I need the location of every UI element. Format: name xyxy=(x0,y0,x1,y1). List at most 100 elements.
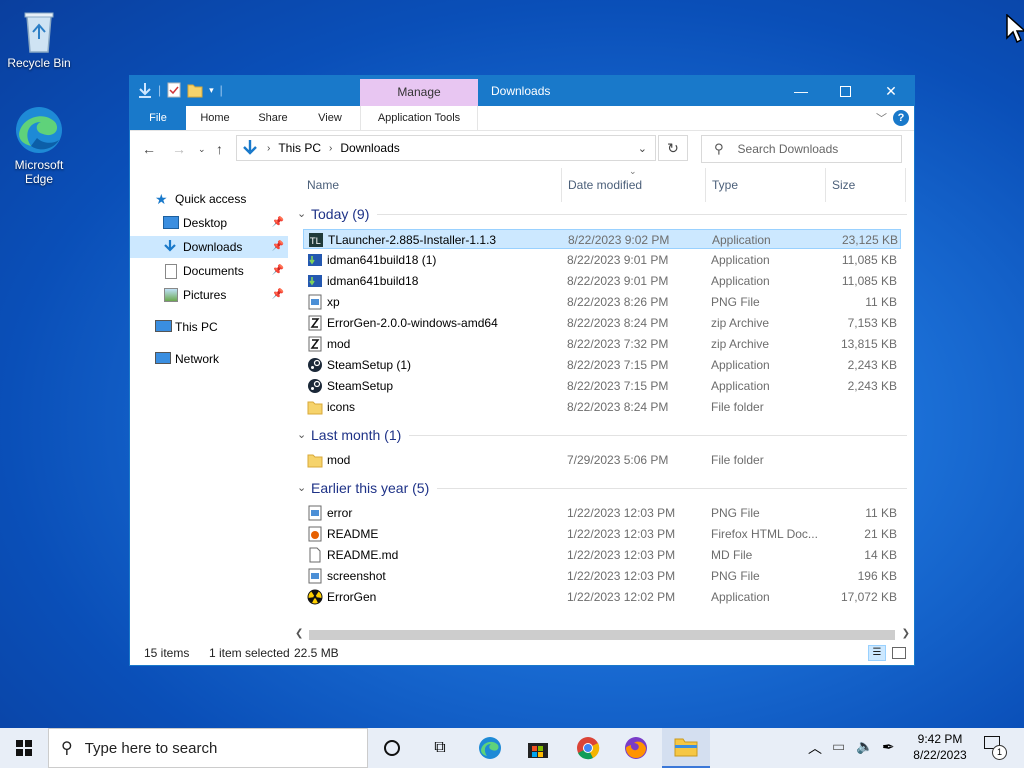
breadcrumb-this-pc[interactable]: This PC xyxy=(278,141,321,155)
file-type: Application xyxy=(711,590,770,604)
system-clock[interactable]: 9:42 PM 8/22/2023 xyxy=(900,731,980,763)
sidebar-item-pictures[interactable]: Pictures 📌 xyxy=(130,284,288,306)
file-type: PNG File xyxy=(711,295,760,309)
file-row[interactable]: idman641build18 (1) 8/22/2023 9:01 PM Appl… xyxy=(303,250,901,270)
tab-view[interactable]: View xyxy=(306,106,354,130)
mouse-cursor-icon xyxy=(1006,14,1024,44)
tab-home[interactable]: Home xyxy=(190,106,240,130)
taskbar-chrome[interactable] xyxy=(564,728,612,768)
file-row[interactable]: screenshot 1/22/2023 12:03 PM PNG File 196 … xyxy=(303,566,901,586)
search-input[interactable]: ⚲ Search Downloads xyxy=(701,135,902,163)
large-icons-view-icon[interactable] xyxy=(892,647,906,659)
file-row[interactable]: ErrorGen 1/22/2023 12:02 PM Application 17,… xyxy=(303,587,901,607)
file-row[interactable]: mod 8/22/2023 7:32 PM zip Archive 13,815 KB xyxy=(303,334,901,354)
download-arrow-icon[interactable] xyxy=(138,82,152,98)
sidebar-item-quick-access[interactable]: ★ Quick access xyxy=(130,188,288,210)
sidebar-item-desktop[interactable]: Desktop 📌 xyxy=(130,212,288,234)
sidebar-item-downloads[interactable]: Downloads 📌 xyxy=(130,236,288,258)
tlauncher-icon: TL xyxy=(309,233,323,247)
file-date-modified: 1/22/2023 12:02 PM xyxy=(567,590,676,604)
file-row[interactable]: xp 8/22/2023 8:26 PM PNG File 11 KB xyxy=(303,292,901,312)
sidebar-item-network[interactable]: Network xyxy=(130,348,288,370)
manage-contextual-tab[interactable]: Manage xyxy=(360,79,478,106)
recent-locations-chevron-icon[interactable]: ⌄ xyxy=(198,144,206,155)
properties-icon[interactable] xyxy=(167,82,181,98)
file-row[interactable]: TL TLauncher-2.885-Installer-1.1.3 8/22/20… xyxy=(303,229,901,249)
tab-application-tools[interactable]: Application Tools xyxy=(360,106,478,130)
group-collapse-chevron-icon[interactable]: ⌄ xyxy=(297,424,306,446)
steam-icon xyxy=(308,358,322,372)
taskbar-store[interactable] xyxy=(514,728,562,768)
file-type: Application xyxy=(711,274,770,288)
show-hidden-icons-chevron-icon[interactable]: ︿ xyxy=(808,738,822,758)
file-size: 11,085 KB xyxy=(841,274,897,288)
minimize-button[interactable]: — xyxy=(778,76,824,106)
pin-icon[interactable]: 📌 xyxy=(272,236,284,258)
file-row[interactable]: error 1/22/2023 12:03 PM PNG File 11 KB xyxy=(303,503,901,523)
taskbar-edge[interactable] xyxy=(466,728,514,768)
file-row[interactable]: SteamSetup (1) 8/22/2023 7:15 PM Applicati… xyxy=(303,355,901,375)
column-header-size[interactable]: Size xyxy=(832,168,855,202)
file-row[interactable]: README 1/22/2023 12:03 PM Firefox HTML Doc… xyxy=(303,524,901,544)
refresh-button[interactable]: ↻ xyxy=(658,135,688,161)
search-icon: ⚲ xyxy=(61,740,73,757)
up-arrow-icon[interactable]: ↑ xyxy=(216,141,223,157)
file-name: mod xyxy=(327,337,351,351)
column-header-name[interactable]: Name xyxy=(307,168,339,202)
file-row[interactable]: README.md 1/22/2023 12:03 PM MD File 14 KB xyxy=(303,545,901,565)
quick-access-toolbar: | ▾ | xyxy=(138,82,223,98)
column-header-type[interactable]: Type xyxy=(712,168,738,202)
idm-icon xyxy=(308,254,322,266)
file-size: 21 KB xyxy=(864,527,897,541)
customize-toolbar-icon[interactable]: ▾ xyxy=(209,85,214,96)
collapse-ribbon-icon[interactable]: ﹀ xyxy=(876,110,887,126)
file-name: README xyxy=(327,527,379,541)
maximize-button[interactable] xyxy=(822,76,868,106)
tab-share[interactable]: Share xyxy=(248,106,298,130)
file-row[interactable]: idman641build18 8/22/2023 9:01 PM Applicat… xyxy=(303,271,901,291)
taskbar-search-input[interactable]: ⚲ Type here to search xyxy=(48,728,368,768)
scrollbar-thumb[interactable] xyxy=(309,630,895,640)
group-collapse-chevron-icon[interactable]: ⌄ xyxy=(297,203,306,225)
horizontal-scrollbar[interactable]: ❮ ❯ xyxy=(295,628,914,642)
desktop-icon-recycle-bin[interactable]: Recycle Bin xyxy=(1,8,77,70)
volume-icon[interactable]: 🔈 xyxy=(856,738,873,755)
task-view-button[interactable] xyxy=(368,728,416,768)
file-type: zip Archive xyxy=(711,316,770,330)
address-bar[interactable]: › This PC › Downloads ⌄ xyxy=(236,135,656,161)
task-view-button[interactable]: ⧉ xyxy=(416,728,464,768)
file-date-modified: 7/29/2023 5:06 PM xyxy=(567,453,669,467)
file-row[interactable]: SteamSetup 8/22/2023 7:15 PM Application 2,… xyxy=(303,376,901,396)
network-icon[interactable]: ▭ xyxy=(832,738,845,755)
new-folder-icon[interactable] xyxy=(187,82,203,98)
close-button[interactable]: ✕ xyxy=(868,76,914,106)
cortana-circle-icon xyxy=(384,740,400,756)
pin-icon[interactable]: 📌 xyxy=(272,212,284,234)
group-collapse-chevron-icon[interactable]: ⌄ xyxy=(297,477,306,499)
pen-icon[interactable]: ✒ xyxy=(882,738,895,756)
pin-icon[interactable]: 📌 xyxy=(272,260,284,282)
address-dropdown-chevron-icon[interactable]: ⌄ xyxy=(638,142,647,155)
file-list: Name Date modified ⌄ Type Size ⌄ Today (9… xyxy=(295,166,914,638)
details-view-icon[interactable]: ☰ xyxy=(868,645,886,661)
file-name: ErrorGen xyxy=(327,590,377,604)
notification-center-button[interactable]: 1 xyxy=(982,736,1007,760)
file-row[interactable]: ErrorGen-2.0.0-windows-amd64 8/22/2023 8:… xyxy=(303,313,901,333)
start-button[interactable] xyxy=(0,728,48,768)
title-bar[interactable]: | ▾ | Manage Downloads — ✕ xyxy=(130,76,914,106)
scroll-left-icon[interactable]: ❮ xyxy=(295,628,303,639)
desktop-icon-edge[interactable]: Microsoft Edge xyxy=(1,104,77,186)
sidebar-item-documents[interactable]: Documents 📌 xyxy=(130,260,288,282)
sidebar-item-this-pc[interactable]: This PC xyxy=(130,316,288,338)
taskbar-file-explorer[interactable] xyxy=(662,728,710,768)
help-icon[interactable]: ? xyxy=(893,110,909,126)
scroll-right-icon[interactable]: ❯ xyxy=(902,628,910,639)
taskbar-firefox[interactable] xyxy=(612,728,660,768)
breadcrumb-downloads[interactable]: Downloads xyxy=(340,141,399,155)
back-arrow-icon[interactable]: ← xyxy=(142,141,156,157)
pin-icon[interactable]: 📌 xyxy=(272,284,284,306)
tab-file[interactable]: File xyxy=(130,106,186,130)
file-row[interactable]: mod 7/29/2023 5:06 PM File folder xyxy=(303,450,901,470)
forward-arrow-icon[interactable]: → xyxy=(172,141,186,157)
file-row[interactable]: icons 8/22/2023 8:24 PM File folder xyxy=(303,397,901,417)
